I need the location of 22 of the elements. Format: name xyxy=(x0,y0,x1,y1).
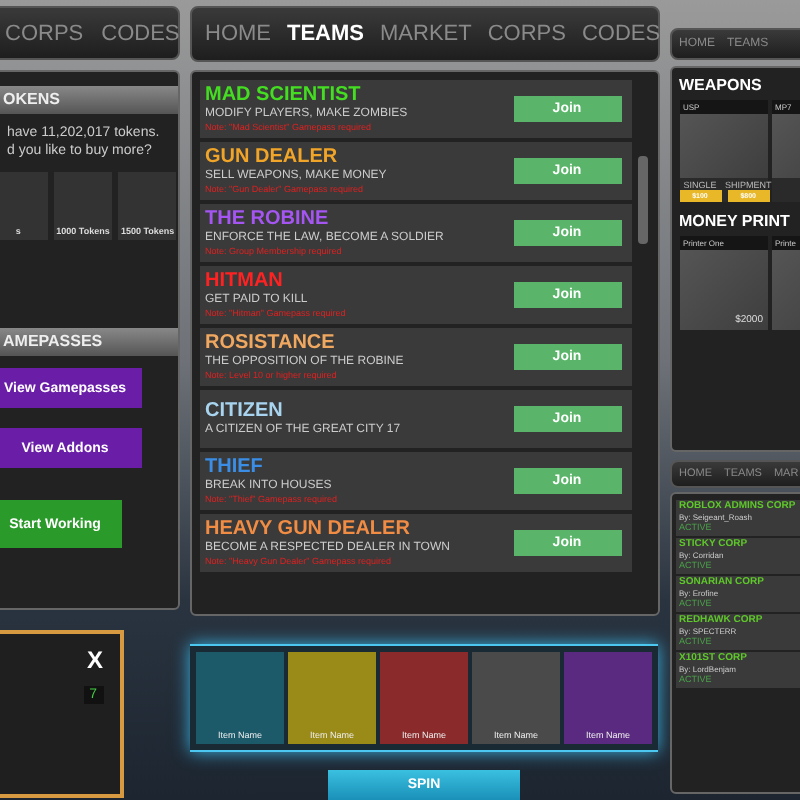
nav-tab[interactable]: HOME xyxy=(205,22,271,46)
weapon-image xyxy=(679,114,767,178)
section-title: WEAPONS xyxy=(679,76,764,94)
nav-tab[interactable]: CODES xyxy=(581,22,661,46)
team-name: HITMAN xyxy=(205,270,285,292)
panel-title: AMEPASSES xyxy=(0,328,177,356)
nav-tab[interactable]: CODES xyxy=(101,21,180,45)
nav-tab[interactable]: CORPS xyxy=(487,22,566,46)
nav-tab[interactable]: CORPS xyxy=(5,21,84,45)
nav-tab[interactable]: MARKET xyxy=(380,22,472,46)
section-title: MONEY PRINT xyxy=(679,212,792,230)
team-name: ROSISTANCE xyxy=(205,332,337,354)
team-name: MAD SCIENTIST xyxy=(205,84,363,106)
team-name: CITIZEN xyxy=(205,400,285,422)
team-name: THIEF xyxy=(205,456,265,478)
team-name: THE ROBINE xyxy=(205,208,331,230)
panel-title: OKENS xyxy=(0,86,177,114)
crate-title: X xyxy=(86,646,103,674)
team-name: GUN DEALER xyxy=(205,146,340,168)
nav-tab[interactable]: TEAMS xyxy=(287,22,364,46)
team-name: HEAVY GUN DEALER xyxy=(205,518,412,540)
scrollbar-thumb[interactable] xyxy=(637,156,647,244)
